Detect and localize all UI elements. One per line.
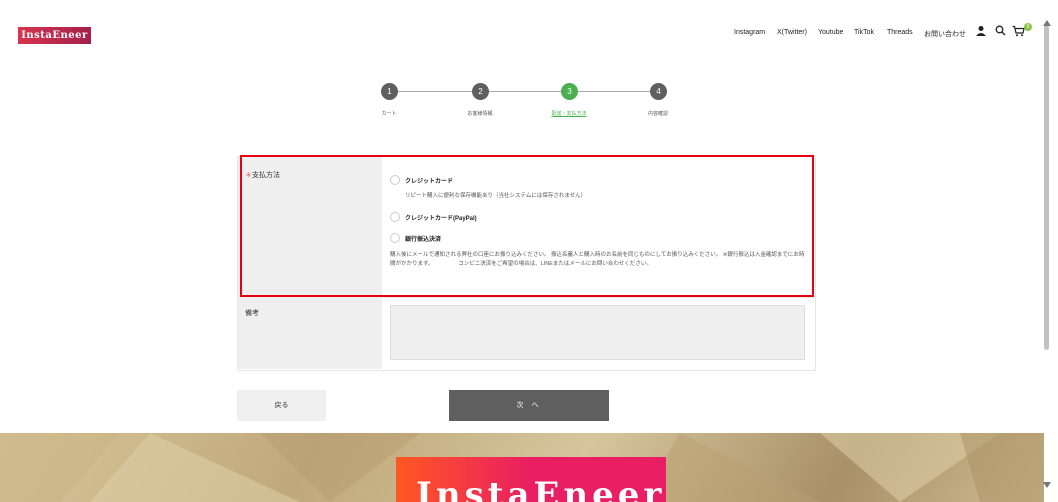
notes-label: 備考 <box>245 310 259 317</box>
cart-count-badge: 0 <box>1024 23 1032 31</box>
nav-threads[interactable]: Threads <box>887 29 913 36</box>
step-3-label: 配送・支払方法 <box>551 111 587 117</box>
step-1-label: カート <box>381 111 397 117</box>
footer-logo[interactable]: InstaEneer <box>396 457 666 502</box>
scroll-down-icon[interactable] <box>1043 482 1051 488</box>
site-logo[interactable]: InstaEneer <box>18 27 91 44</box>
step-connector <box>489 91 572 92</box>
scrollbar-thumb[interactable] <box>1044 25 1049 350</box>
field-divider <box>382 297 813 298</box>
nav-contact[interactable]: お問い合わせ <box>924 29 966 39</box>
nav-tiktok[interactable]: TikTok <box>854 29 874 36</box>
user-icon[interactable] <box>975 25 987 37</box>
step-3-circle: 3 <box>561 83 578 100</box>
footer-logo-text: InstaEneer <box>416 475 666 502</box>
step-connector <box>577 91 660 92</box>
highlight-box <box>240 155 814 297</box>
step-4-label: 内容確認 <box>647 111 668 117</box>
search-icon[interactable] <box>995 25 1006 36</box>
notes-textarea[interactable] <box>390 305 805 360</box>
scroll-up-icon[interactable] <box>1043 20 1051 26</box>
step-2-label: お客様情報 <box>467 111 493 117</box>
step-4-circle: 4 <box>650 83 667 100</box>
step-connector <box>397 91 480 92</box>
back-button[interactable]: 戻る <box>237 390 326 421</box>
nav-instagram[interactable]: Instagram <box>734 29 765 36</box>
next-button[interactable]: 次 へ <box>449 390 609 421</box>
step-1-circle: 1 <box>381 83 398 100</box>
step-2-circle: 2 <box>472 83 489 100</box>
nav-youtube[interactable]: Youtube <box>818 29 843 36</box>
nav-twitter[interactable]: X(Twitter) <box>777 29 807 36</box>
